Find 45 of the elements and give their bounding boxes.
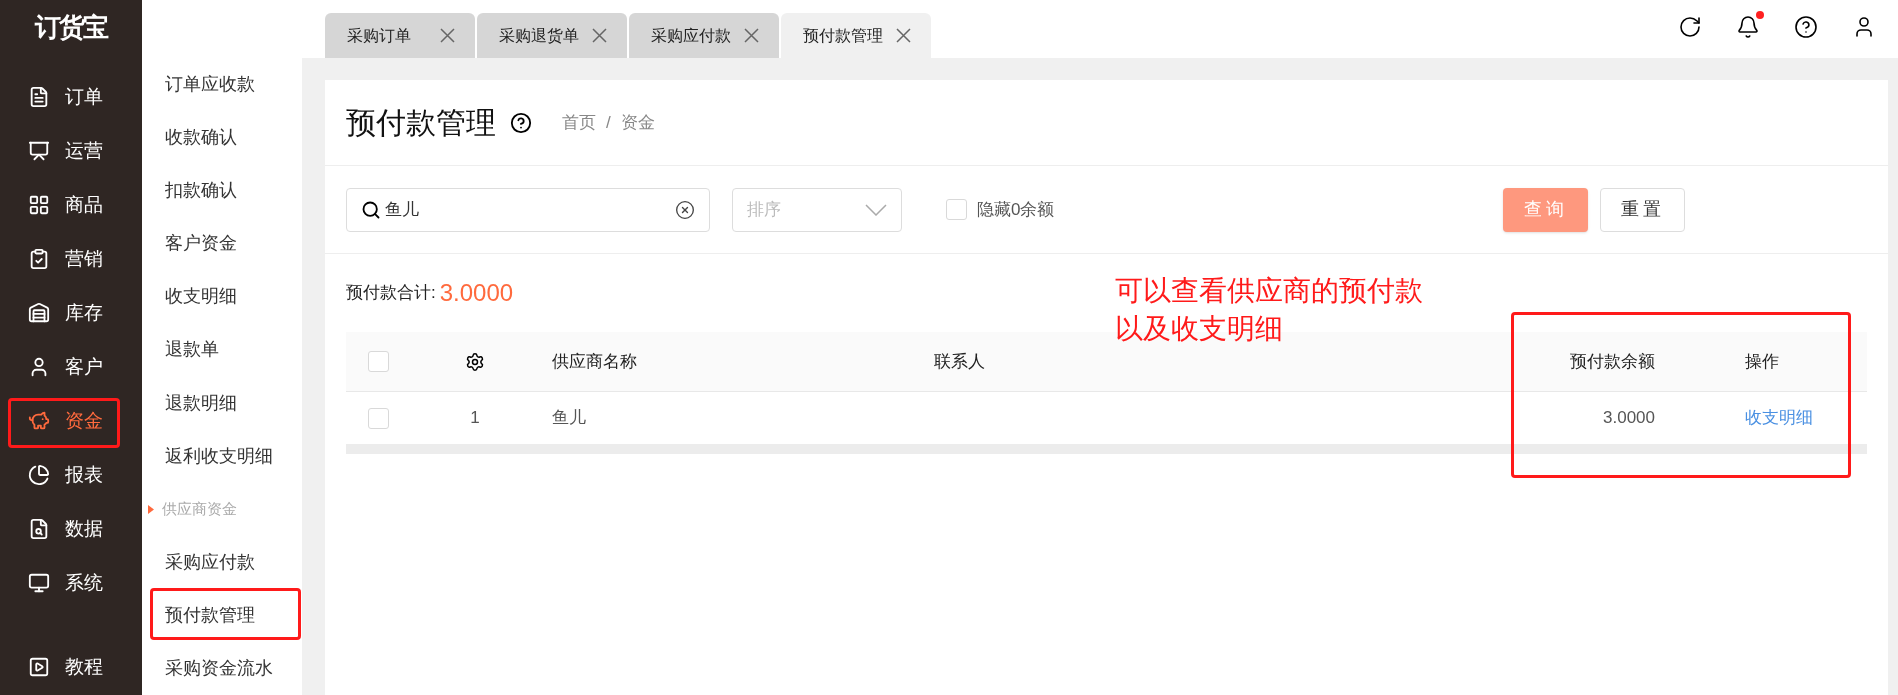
search-field[interactable]: 鱼儿 bbox=[346, 187, 710, 232]
page-tab[interactable]: 采购应付款 bbox=[629, 13, 779, 58]
column-header: 操作 bbox=[1744, 350, 1779, 373]
nav-item[interactable]: 系统 bbox=[0, 556, 142, 610]
nav-item[interactable]: 教程 bbox=[0, 640, 142, 694]
total-value: 3.0000 bbox=[439, 278, 514, 308]
nav-item[interactable]: 库存 bbox=[0, 286, 142, 340]
breadcrumb-link[interactable]: 首页 bbox=[562, 109, 596, 136]
column-header: 预付款余额 bbox=[1570, 350, 1656, 373]
submenu-item[interactable]: 预付款管理 bbox=[165, 601, 255, 629]
column-header: 联系人 bbox=[933, 350, 985, 373]
nav-item[interactable]: 商品 bbox=[0, 178, 142, 232]
table-cell-text: 3.0000 bbox=[1603, 407, 1656, 430]
submenu-item[interactable]: 退款单 bbox=[165, 336, 219, 364]
submenu-item[interactable]: 采购应付款 bbox=[165, 548, 255, 576]
submenu-item[interactable]: 客户资金 bbox=[165, 230, 237, 258]
nav-item[interactable]: 报表 bbox=[0, 448, 142, 502]
column-header: 供应商名称 bbox=[551, 350, 637, 373]
submenu-item[interactable]: 收款确认 bbox=[165, 124, 237, 152]
submenu-item[interactable]: 返利收支明细 bbox=[165, 442, 273, 470]
submenu-item[interactable]: 退款明细 bbox=[165, 389, 237, 417]
submenu-item[interactable]: 收支明细 bbox=[165, 283, 237, 311]
table-cell-text: 1 bbox=[470, 407, 480, 430]
breadcrumb-separator: / bbox=[606, 111, 611, 134]
breadcrumb-link[interactable]: 资金 bbox=[620, 109, 655, 136]
page-title: 预付款管理 bbox=[346, 105, 496, 141]
submenu-item[interactable]: 扣款确认 bbox=[165, 177, 237, 205]
nav-item[interactable]: 运营 bbox=[0, 124, 142, 178]
nav-item[interactable]: 数据 bbox=[0, 502, 142, 556]
submenu-item[interactable]: 采购资金流水 bbox=[165, 654, 273, 682]
table-cell-text: 鱼儿 bbox=[551, 407, 586, 430]
annotation-text: 可以查看供应商的预付款 以及收支明细 bbox=[1115, 274, 1423, 346]
reset-button[interactable]: 重置 bbox=[1600, 187, 1685, 232]
section-label: 供应商资金 bbox=[162, 498, 237, 519]
nav-item[interactable]: 订单 bbox=[0, 70, 142, 124]
page-tab[interactable]: 采购退货单 bbox=[477, 13, 627, 58]
nav-item[interactable]: 客户 bbox=[0, 340, 142, 394]
logo: 订货宝 bbox=[35, 11, 107, 44]
page-tab[interactable]: 预付款管理 bbox=[781, 13, 931, 58]
total-label: 预付款合计: bbox=[346, 282, 436, 305]
nav-item[interactable]: 营销 bbox=[0, 232, 142, 286]
nav-item[interactable]: 资金 bbox=[0, 394, 142, 448]
page-tab[interactable]: 采购订单 bbox=[325, 13, 475, 58]
checkbox-label: 隐藏0余额 bbox=[977, 198, 1055, 221]
submenu-item[interactable]: 订单应收款 bbox=[165, 71, 255, 99]
